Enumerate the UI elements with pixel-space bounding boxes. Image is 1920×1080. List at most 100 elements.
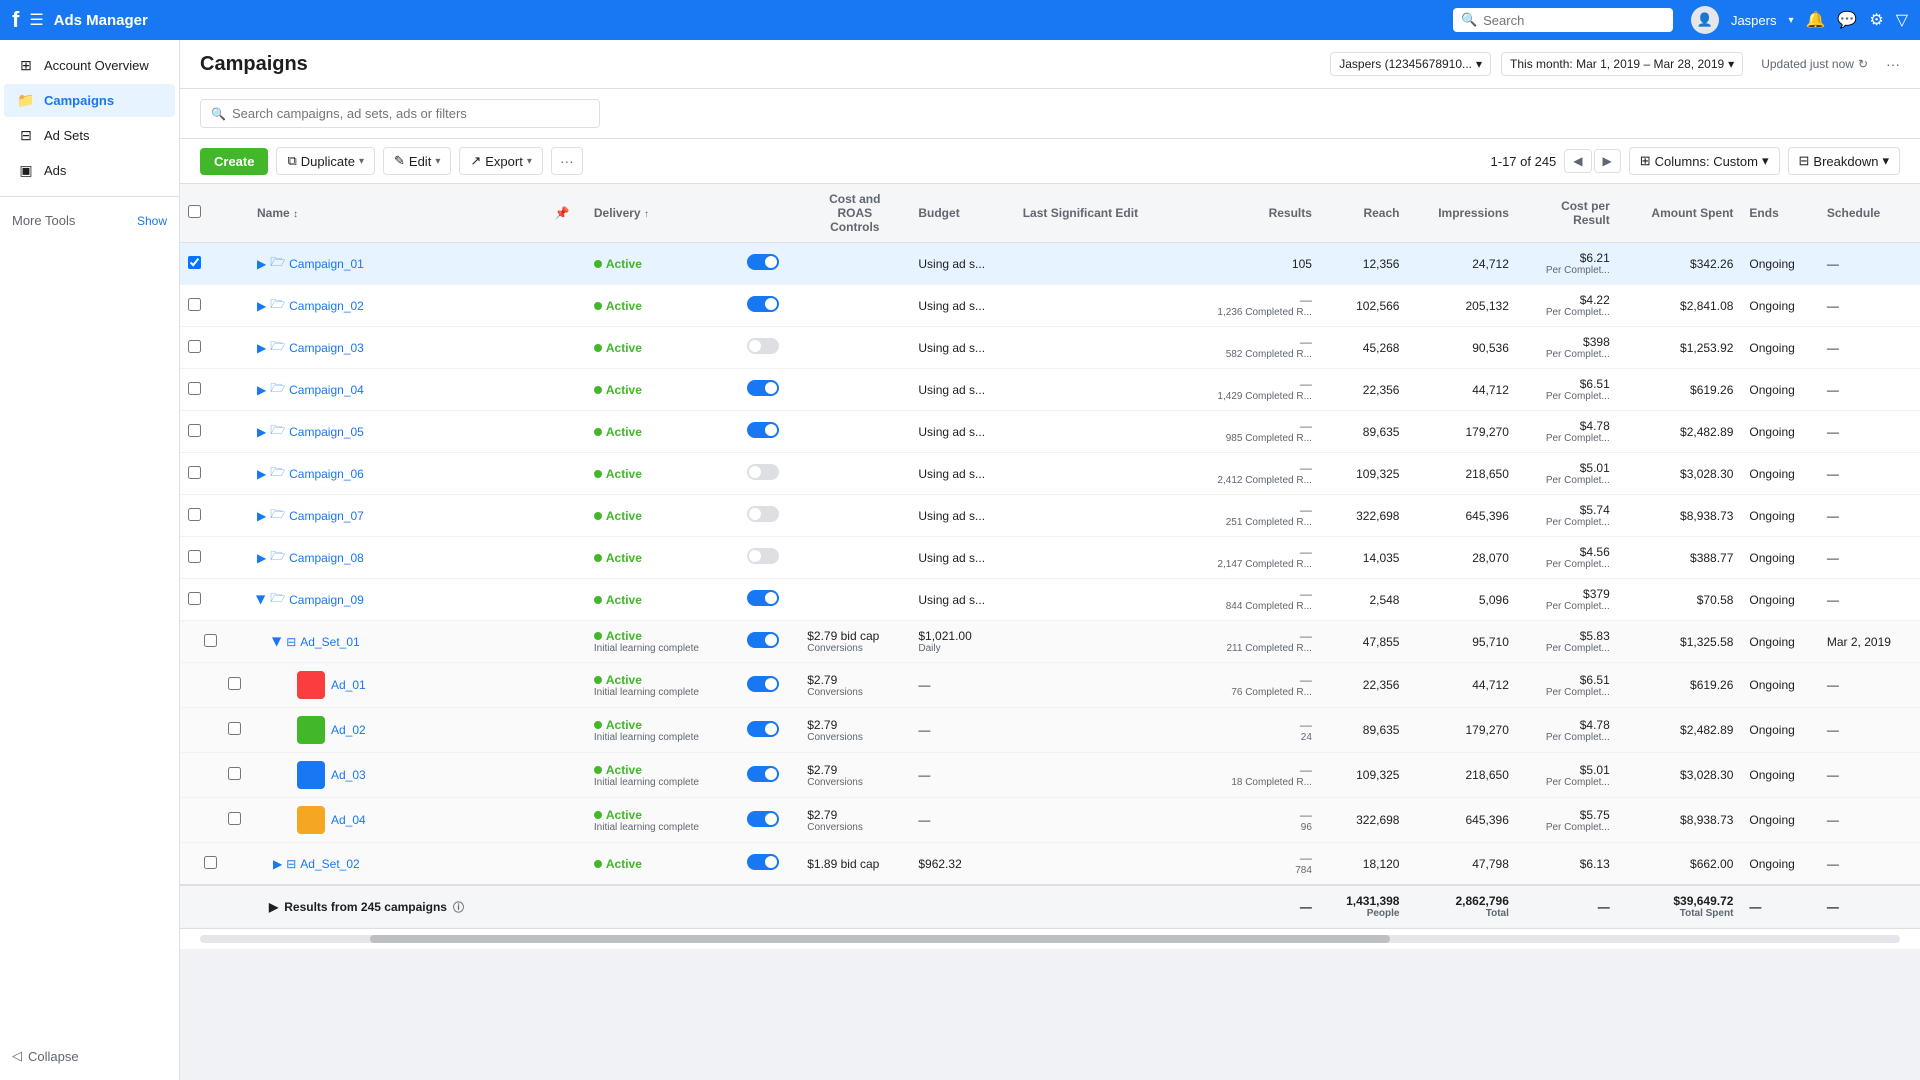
date-range-selector[interactable]: This month: Mar 1, 2019 – Mar 28, 2019 ▾ — [1501, 52, 1743, 76]
chevron-icon[interactable]: ▶ — [273, 857, 282, 871]
campaign-toggle[interactable] — [747, 464, 779, 480]
select-all-checkbox[interactable] — [188, 205, 201, 218]
row-checkbox[interactable] — [204, 634, 217, 647]
ad-label[interactable]: Ad_02 — [331, 723, 366, 737]
campaign-name-cell[interactable]: ▶ 🗁 Campaign_06 — [257, 463, 519, 484]
ad-label[interactable]: Ad_01 — [331, 678, 366, 692]
campaign-name-cell[interactable]: ▶ 🗁 Campaign_03 — [257, 337, 519, 358]
prev-page-button[interactable]: ◀ — [1564, 149, 1591, 173]
table-row: ▶ 🗁 Campaign_01 Active Using ad s.. — [180, 243, 1920, 285]
create-button[interactable]: Create — [200, 148, 268, 175]
row-checkbox[interactable] — [188, 550, 201, 563]
chevron-icon[interactable]: ▶ — [255, 595, 269, 604]
account-selector[interactable]: Jaspers (12345678910... ▾ — [1330, 52, 1491, 76]
export-button[interactable]: ↗ Export ▾ — [459, 147, 543, 175]
chevron-icon[interactable]: ▶ — [257, 467, 266, 481]
expand-icon[interactable]: ▶ — [269, 900, 278, 914]
user-dropdown-icon[interactable]: ▾ — [1788, 15, 1793, 26]
campaign-toggle[interactable] — [747, 422, 779, 438]
campaign-name-cell[interactable]: ▶ 🗁 Campaign_02 — [257, 295, 519, 316]
adset-toggle[interactable] — [747, 632, 779, 648]
show-link[interactable]: Show — [137, 214, 167, 228]
row-checkbox[interactable] — [204, 856, 217, 869]
next-page-button[interactable]: ▶ — [1594, 149, 1621, 173]
campaign-toggle[interactable] — [747, 380, 779, 396]
ad-label[interactable]: Ad_04 — [331, 813, 366, 827]
chevron-icon[interactable]: ▶ — [257, 425, 266, 439]
ad-thumbnail — [297, 671, 325, 699]
cost-roas-cell — [799, 243, 910, 285]
campaign-toggle[interactable] — [747, 590, 779, 606]
campaign-name-cell[interactable]: ▶ 🗁 Campaign_04 — [257, 379, 519, 400]
ad-toggle[interactable] — [747, 811, 779, 827]
ad-toggle[interactable] — [747, 676, 779, 692]
sidebar-item-ads[interactable]: ▣ Ads — [4, 154, 175, 187]
row-checkbox[interactable] — [228, 722, 241, 735]
campaign-name-cell[interactable]: ▶ 🗁 Campaign_09 — [257, 589, 519, 610]
user-name[interactable]: Jaspers — [1731, 13, 1777, 28]
chevron-icon[interactable]: ▶ — [271, 637, 285, 646]
chevron-icon[interactable]: ▶ — [257, 383, 266, 397]
chevron-icon[interactable]: ▶ — [257, 341, 266, 355]
row-checkbox[interactable] — [188, 424, 201, 437]
campaign-name-cell[interactable]: ▶ 🗁 Campaign_05 — [257, 421, 519, 442]
sidebar-item-ad-sets[interactable]: ⊟ Ad Sets — [4, 119, 175, 152]
adset-toggle[interactable] — [747, 854, 779, 870]
campaign-name-cell[interactable]: ▶ 🗁 Campaign_01 — [257, 253, 519, 274]
adset-name-cell[interactable]: ▶ ⊟ Ad_Set_02 — [273, 857, 519, 871]
duplicate-button[interactable]: ⧉ Duplicate ▾ — [276, 147, 375, 175]
row-checkbox[interactable] — [188, 256, 201, 269]
adset-name-cell[interactable]: ▶ ⊟ Ad_Set_01 — [273, 635, 519, 649]
collapse-label: Collapse — [28, 1049, 79, 1064]
campaign-toggle[interactable] — [747, 254, 779, 270]
notification-icon[interactable]: 🔔 — [1806, 10, 1826, 30]
account-overview-icon: ⊞ — [16, 57, 36, 74]
row-checkbox[interactable] — [188, 466, 201, 479]
ad-label[interactable]: Ad_03 — [331, 768, 366, 782]
results-cell: 105 — [1180, 243, 1319, 285]
edit-button[interactable]: ✎ Edit ▾ — [383, 147, 451, 175]
ad-toggle[interactable] — [747, 766, 779, 782]
row-checkbox[interactable] — [188, 382, 201, 395]
collapse-button[interactable]: ◁ Collapse — [0, 1040, 179, 1072]
sidebar-item-campaigns[interactable]: 📁 Campaigns — [4, 84, 175, 117]
refresh-icon[interactable]: ↻ — [1858, 57, 1868, 71]
breakdown-selector[interactable]: ⊟ Breakdown ▾ — [1788, 147, 1900, 175]
row-checkbox[interactable] — [228, 767, 241, 780]
table-row: Ad_02 Active Initial learning complete $… — [180, 708, 1920, 753]
help-icon[interactable]: ▽ — [1896, 10, 1908, 30]
chevron-icon[interactable]: ▶ — [257, 509, 266, 523]
campaign-search-input[interactable] — [232, 106, 589, 121]
campaign-toggle[interactable] — [747, 296, 779, 312]
row-checkbox[interactable] — [188, 298, 201, 311]
row-checkbox[interactable] — [188, 340, 201, 353]
chevron-icon[interactable]: ▶ — [257, 257, 266, 271]
export-dropdown-icon: ▾ — [527, 156, 532, 167]
ad-toggle[interactable] — [747, 721, 779, 737]
chevron-icon[interactable]: ▶ — [257, 299, 266, 313]
messages-icon[interactable]: 💬 — [1837, 10, 1857, 30]
hamburger-icon[interactable]: ☰ — [29, 10, 43, 30]
summary-row: ▶ Results from 245 campaigns ⓘ — 1,431,3… — [180, 885, 1920, 928]
search-toolbar: 🔍 — [180, 89, 1920, 139]
row-checkbox[interactable] — [228, 677, 241, 690]
row-checkbox[interactable] — [228, 812, 241, 825]
row-checkbox[interactable] — [188, 508, 201, 521]
columns-selector[interactable]: ⊞ Columns: Custom ▾ — [1629, 147, 1780, 175]
more-actions-button[interactable]: ··· — [551, 147, 583, 175]
top-search-input[interactable] — [1483, 13, 1665, 28]
sidebar-item-account-overview[interactable]: ⊞ Account Overview — [4, 49, 175, 82]
campaign-name-cell[interactable]: ▶ 🗁 Campaign_07 — [257, 505, 519, 526]
campaign-toggle[interactable] — [747, 338, 779, 354]
settings-icon[interactable]: ⚙ — [1869, 10, 1883, 30]
campaign-label: Campaign_03 — [289, 341, 364, 355]
campaign-toggle[interactable] — [747, 506, 779, 522]
campaign-toggle[interactable] — [747, 548, 779, 564]
campaign-name-cell[interactable]: ▶ 🗁 Campaign_08 — [257, 547, 519, 568]
header-more-options[interactable]: ··· — [1886, 56, 1900, 72]
row-checkbox[interactable] — [188, 592, 201, 605]
campaign-label: Campaign_08 — [289, 551, 364, 565]
chevron-icon[interactable]: ▶ — [257, 551, 266, 565]
horizontal-scrollbar[interactable] — [200, 935, 1900, 943]
folder-icon: 🗁 — [270, 379, 285, 400]
